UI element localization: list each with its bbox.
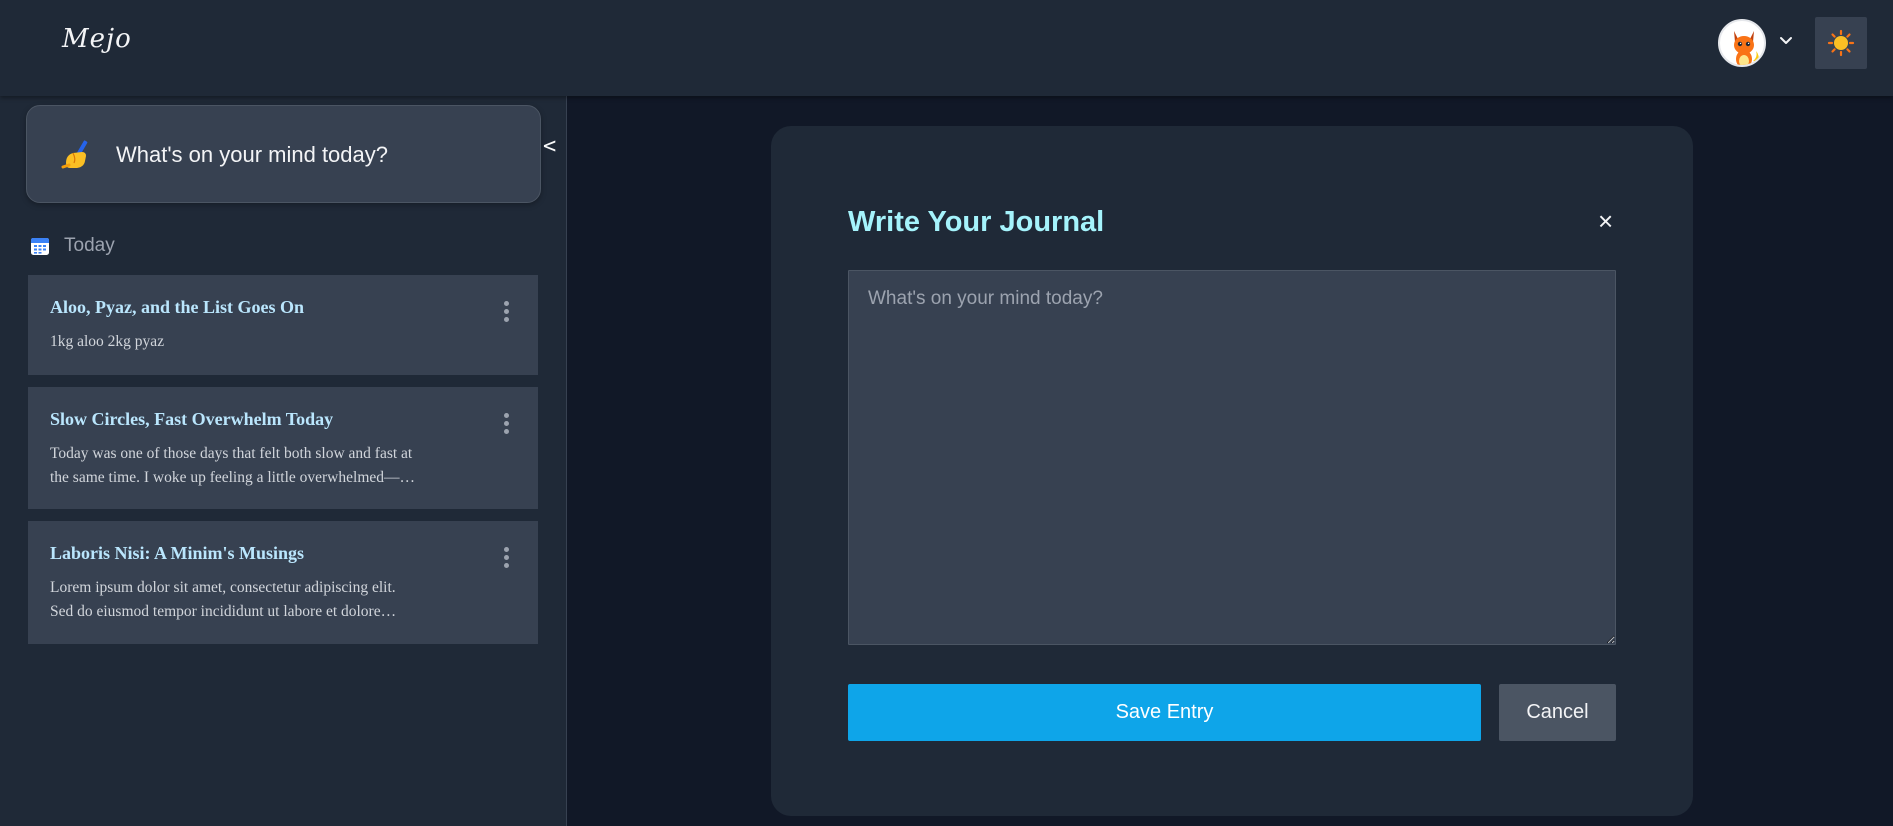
entry-preview-line: Today was one of those days that felt bo…: [50, 445, 413, 462]
close-icon[interactable]: ×: [1598, 208, 1613, 234]
journal-modal: Write Your Journal × Save Entry Cancel: [771, 126, 1693, 816]
save-entry-button[interactable]: Save Entry: [848, 684, 1481, 741]
entry-preview-line: Lorem ipsum dolor sit amet, consectetur …: [50, 579, 396, 596]
new-entry-prompt-card[interactable]: What's on your mind today?: [26, 105, 541, 203]
collapse-sidebar-button[interactable]: <: [543, 134, 556, 159]
entry-preview: 1kg aloo 2kg pyaz: [50, 330, 450, 354]
more-options-icon[interactable]: [502, 301, 510, 325]
more-options-icon[interactable]: [502, 547, 510, 571]
theme-toggle-button[interactable]: [1815, 17, 1867, 69]
journal-entry-card[interactable]: Aloo, Pyaz, and the List Goes On 1kg alo…: [28, 275, 538, 375]
chevron-down-icon[interactable]: [1776, 30, 1796, 50]
writing-hand-icon: [61, 140, 88, 169]
entry-title: Laboris Nisi: A Minim's Musings: [50, 543, 305, 563]
entry-preview: Lorem ipsum dolor sit amet, consectetur …: [50, 576, 450, 624]
journal-entry-card[interactable]: Laboris Nisi: A Minim's Musings Lorem ip…: [28, 521, 538, 644]
dragon-avatar-icon[interactable]: [1718, 19, 1766, 67]
entry-preview-line: 1kg aloo 2kg pyaz: [50, 333, 165, 350]
entry-preview-line: the same time. I woke up feeling a littl…: [50, 469, 415, 486]
entry-preview: Today was one of those days that felt bo…: [50, 442, 450, 490]
journal-textarea[interactable]: [848, 270, 1616, 645]
sidebar: What's on your mind today? < Today Aloo,…: [0, 96, 567, 826]
entry-preview-line: Sed do eiusmod tempor incididunt ut labo…: [50, 603, 397, 620]
top-bar: Mejo: [0, 0, 1893, 96]
section-label: Today: [64, 235, 115, 256]
prompt-text: What's on your mind today?: [116, 142, 389, 167]
app-logo[interactable]: Mejo: [62, 24, 132, 54]
calendar-icon: [31, 238, 49, 255]
journal-entry-card[interactable]: Slow Circles, Fast Overwhelm Today Today…: [28, 387, 538, 509]
cancel-button[interactable]: Cancel: [1499, 684, 1616, 741]
more-options-icon[interactable]: [502, 413, 510, 437]
sun-icon: [1827, 29, 1855, 57]
entry-title: Slow Circles, Fast Overwhelm Today: [50, 409, 334, 429]
entry-title: Aloo, Pyaz, and the List Goes On: [50, 297, 305, 317]
modal-title: Write Your Journal: [848, 206, 1105, 238]
